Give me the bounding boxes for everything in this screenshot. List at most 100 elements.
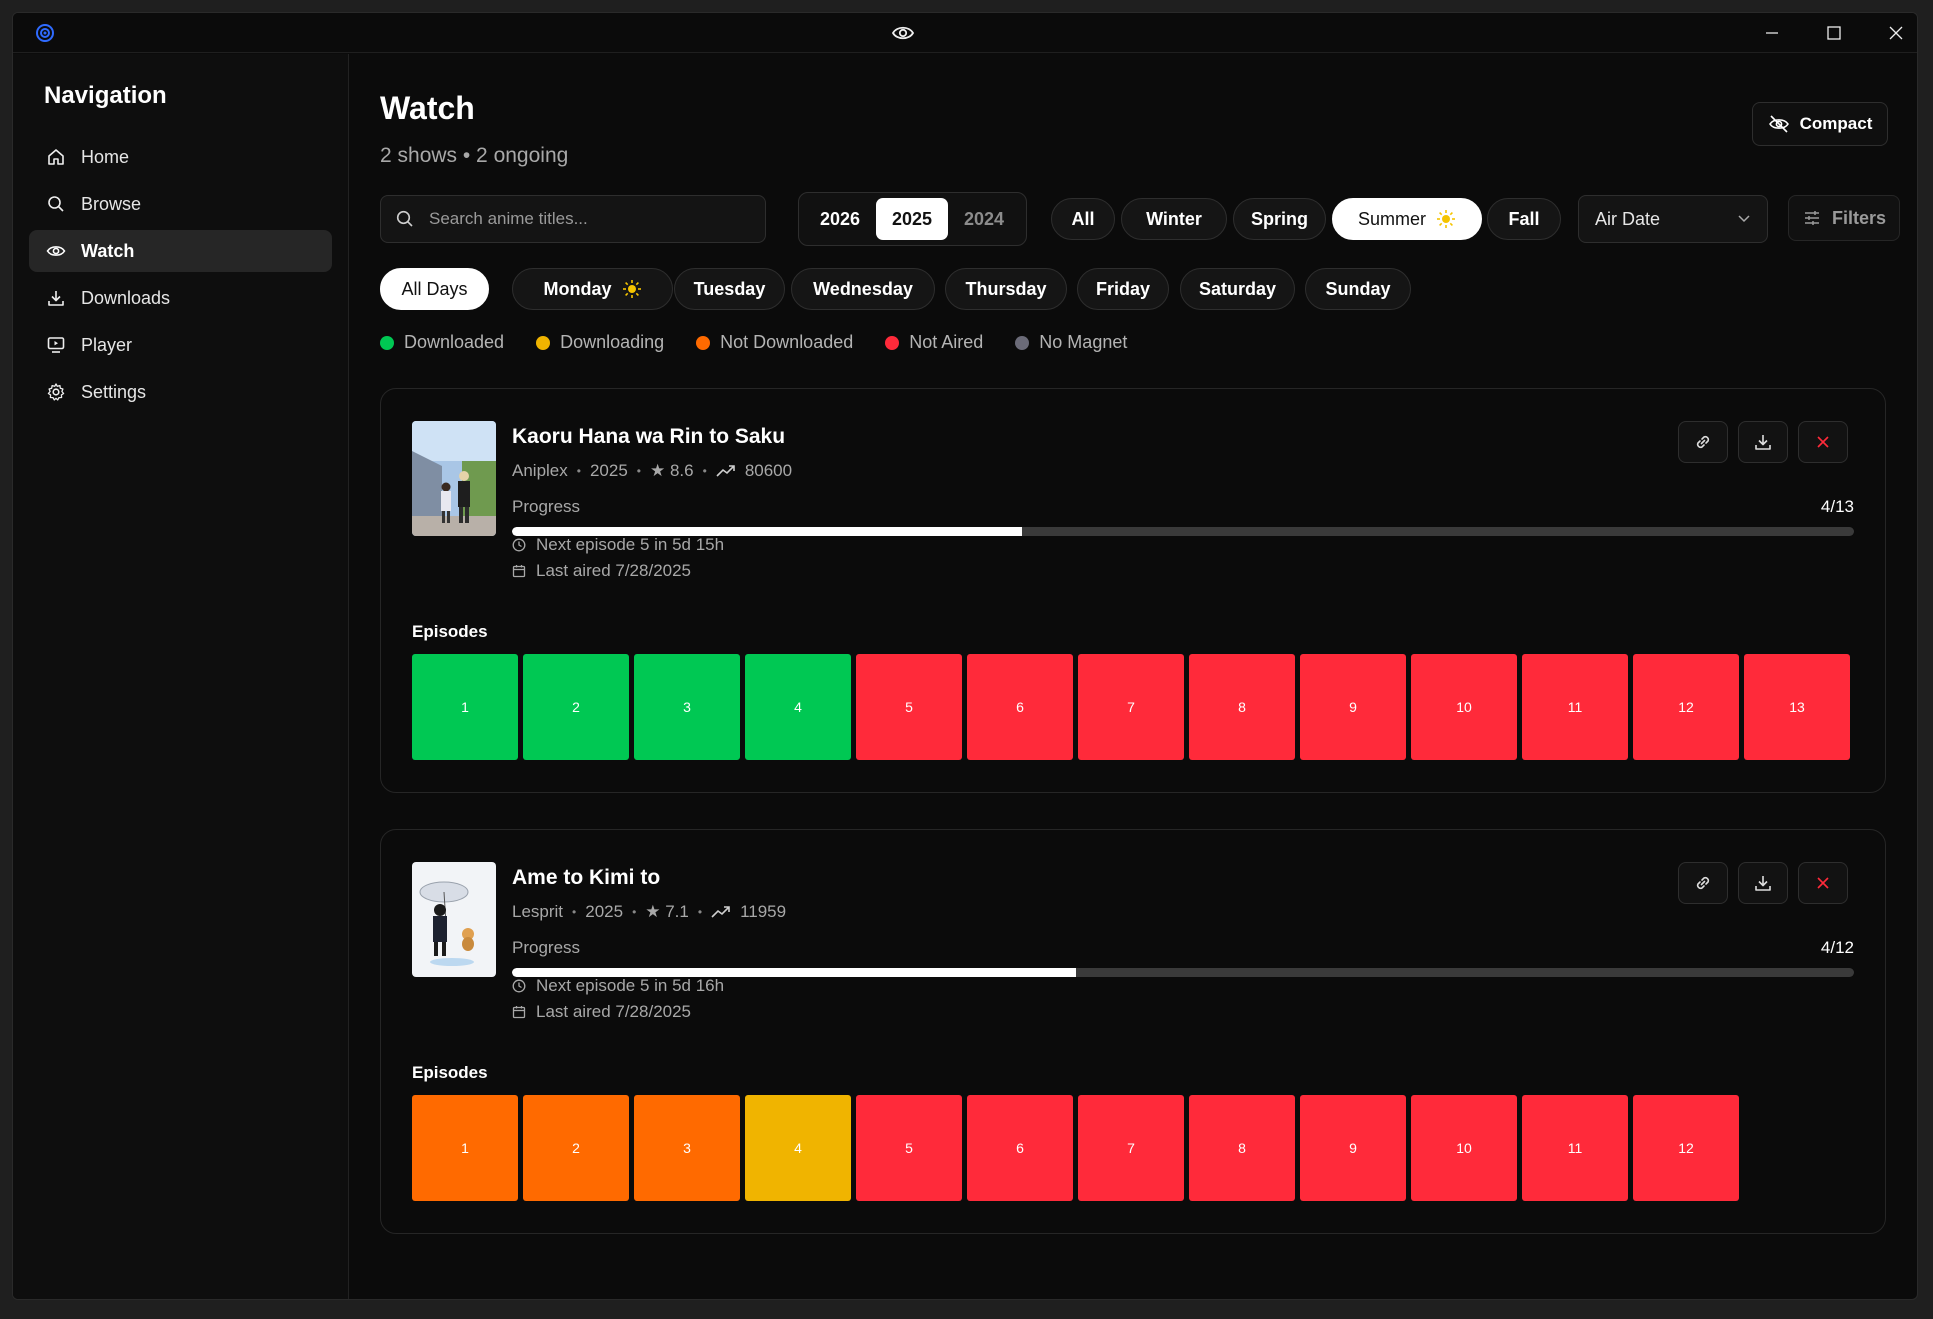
legend-label: Downloaded (404, 332, 505, 352)
magnet-link-button[interactable] (1678, 862, 1728, 904)
episode-tile[interactable]: 4 (745, 654, 851, 760)
episode-tile[interactable]: 12 (1633, 1095, 1739, 1201)
close-icon (1817, 436, 1829, 448)
year-2026-button[interactable]: 2026 (804, 198, 876, 240)
episode-tile[interactable]: 3 (634, 1095, 740, 1201)
sort-select[interactable]: Air Date (1578, 195, 1768, 243)
season-label: All (1071, 208, 1095, 229)
episode-tile[interactable]: 9 (1300, 1095, 1406, 1201)
episode-tile[interactable]: 6 (967, 1095, 1073, 1201)
legend-dot (696, 335, 711, 350)
show-card: Ame to Kimi to Lesprit • 2025 • ★ 7.1 • … (380, 829, 1886, 1234)
season-label: Spring (1251, 208, 1308, 229)
search-input[interactable] (429, 209, 749, 229)
episode-tile[interactable]: 6 (967, 654, 1073, 760)
episode-tile[interactable]: 1 (412, 654, 518, 760)
episode-tile[interactable]: 10 (1411, 1095, 1517, 1201)
filters-button[interactable]: Filters (1788, 195, 1900, 241)
episode-tile[interactable]: 13 (1744, 654, 1850, 760)
show-title[interactable]: Kaoru Hana wa Rin to Saku (512, 425, 785, 449)
day-tuesday-button[interactable]: Tuesday (674, 268, 785, 310)
episode-tile[interactable]: 5 (856, 654, 962, 760)
sidebar-item-label: Downloads (81, 287, 171, 308)
season-fall-button[interactable]: Fall (1487, 198, 1561, 240)
search-icon (45, 193, 67, 215)
season-winter-button[interactable]: Winter (1121, 198, 1227, 240)
episode-tile[interactable]: 7 (1078, 654, 1184, 760)
remove-button[interactable] (1798, 421, 1848, 463)
sidebar-item-player[interactable]: Player (29, 324, 332, 366)
minimize-button[interactable] (1741, 13, 1803, 53)
sidebar: Navigation Home Browse Watch Downloads P… (13, 54, 349, 1299)
trending-up-icon (716, 465, 735, 477)
eye-icon (891, 26, 915, 40)
magnet-link-button[interactable] (1678, 421, 1728, 463)
legend-dot (380, 335, 394, 350)
episode-tile[interactable]: 9 (1300, 654, 1406, 760)
episode-tile[interactable]: 5 (856, 1095, 962, 1201)
episode-tile[interactable]: 2 (523, 654, 629, 760)
show-thumbnail[interactable] (412, 862, 496, 977)
maximize-button[interactable] (1803, 13, 1865, 53)
season-label: Winter (1146, 208, 1202, 229)
episode-tile[interactable]: 1 (412, 1095, 518, 1201)
year-2024-button[interactable]: 2024 (948, 198, 1020, 240)
day-label: All Days (401, 278, 468, 299)
clock-icon (512, 979, 526, 993)
sidebar-item-downloads[interactable]: Downloads (29, 277, 332, 319)
sidebar-item-browse[interactable]: Browse (29, 183, 332, 225)
episode-tile[interactable]: 10 (1411, 654, 1517, 760)
day-friday-button[interactable]: Friday (1077, 268, 1169, 310)
day-sunday-button[interactable]: Sunday (1305, 268, 1411, 310)
progress-value: 4/13 (1820, 497, 1854, 516)
close-icon (1889, 26, 1903, 40)
episode-tile[interactable]: 3 (634, 654, 740, 760)
show-title[interactable]: Ame to Kimi to (512, 866, 660, 890)
day-monday-button[interactable]: Monday (512, 268, 673, 310)
day-thursday-button[interactable]: Thursday (945, 268, 1067, 310)
download-button[interactable] (1738, 862, 1788, 904)
sidebar-item-settings[interactable]: Settings (29, 371, 332, 413)
app-logo-icon (36, 24, 54, 42)
last-aired-text: Last aired 7/28/2025 (536, 1002, 692, 1021)
legend-item: Downloading (536, 332, 664, 353)
season-spring-button[interactable]: Spring (1233, 198, 1326, 240)
day-wednesday-button[interactable]: Wednesday (791, 268, 935, 310)
calendar-icon (512, 565, 526, 578)
year-2025-button[interactable]: 2025 (876, 198, 948, 240)
episode-tile[interactable]: 4 (745, 1095, 851, 1201)
close-window-button[interactable] (1865, 13, 1917, 53)
episode-tile[interactable]: 8 (1189, 654, 1295, 760)
progress-label: Progress (512, 497, 581, 516)
sidebar-item-watch[interactable]: Watch (29, 230, 332, 272)
episode-tile[interactable]: 7 (1078, 1095, 1184, 1201)
show-thumbnail[interactable] (412, 421, 496, 536)
episodes-heading: Episodes (412, 622, 488, 641)
episode-tile[interactable]: 12 (1633, 654, 1739, 760)
page-subtitle: 2 shows • 2 ongoing (380, 144, 569, 167)
episode-tile[interactable]: 8 (1189, 1095, 1295, 1201)
season-label: Summer (1357, 208, 1426, 229)
day-saturday-button[interactable]: Saturday (1180, 268, 1295, 310)
download-button[interactable] (1738, 421, 1788, 463)
season-summer-button[interactable]: Summer (1332, 198, 1482, 240)
episode-tile[interactable]: 2 (523, 1095, 629, 1201)
sidebar-item-home[interactable]: Home (29, 136, 332, 178)
legend-dot (1015, 335, 1030, 350)
maximize-icon (1827, 26, 1841, 40)
eye-off-icon (1768, 115, 1789, 133)
day-all-button[interactable]: All Days (380, 268, 489, 310)
next-episode-text: Next episode 5 in 5d 15h (536, 535, 725, 554)
episode-grid: 1 2 3 4 5 6 7 8 9 10 11 12 (412, 1095, 1739, 1201)
episode-tile[interactable]: 11 (1522, 654, 1628, 760)
remove-button[interactable] (1798, 862, 1848, 904)
show-card: Kaoru Hana wa Rin to Saku Aniplex • 2025… (380, 388, 1886, 793)
eye-icon (45, 240, 67, 262)
episode-tile[interactable]: 11 (1522, 1095, 1628, 1201)
day-label: Saturday (1198, 278, 1277, 299)
home-icon (45, 146, 67, 168)
separator-dot: • (572, 905, 577, 919)
season-all-button[interactable]: All (1051, 198, 1115, 240)
title-bar (13, 13, 1917, 53)
compact-button[interactable]: Compact (1752, 102, 1888, 146)
